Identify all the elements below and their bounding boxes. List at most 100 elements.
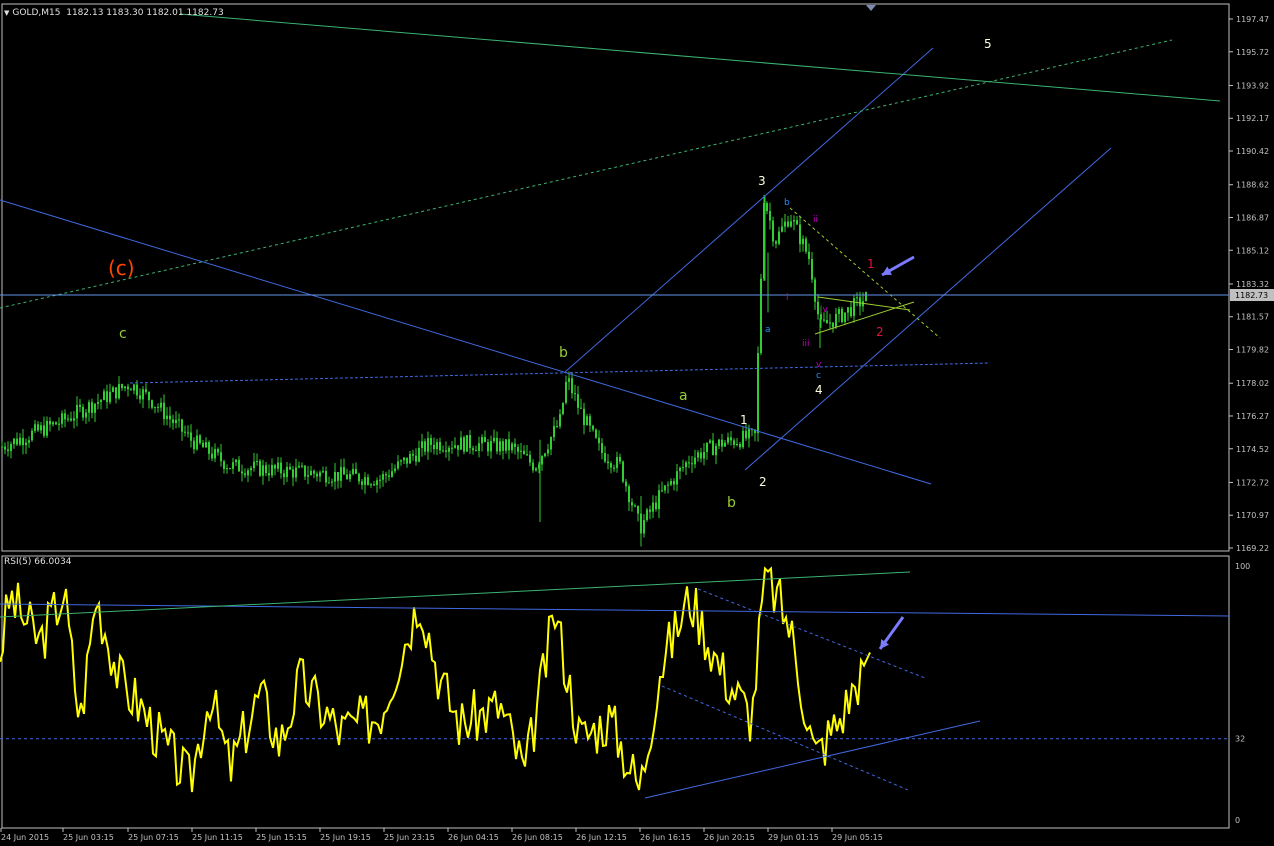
candle-body [250,468,252,471]
candle-body [109,391,111,403]
candle-body [97,401,99,404]
price-tick-label: 1195.72 [1236,48,1269,57]
candle-body [118,384,120,399]
price-tick-label: 1185.12 [1236,246,1269,255]
candle-body [34,424,36,431]
candle-body [616,456,618,468]
candle-body [61,413,63,424]
candle-body [703,452,705,459]
candle-body [229,468,231,470]
candle-body [487,442,489,452]
candle-body [268,473,270,476]
candle-body [37,424,39,431]
candle-body [175,419,177,424]
candle-body [127,386,129,390]
candle-body [43,425,45,436]
price-tick-label: 1193.92 [1236,81,1269,90]
candle-body [463,437,465,452]
candle-body [484,437,486,443]
candle-body [148,391,150,401]
candle-body [430,438,432,445]
candle-body [802,238,804,245]
candle-body [4,446,6,450]
candle-body [760,278,762,354]
candle-body [289,466,291,470]
candle-body [160,402,162,408]
candle-body [457,445,459,450]
candle-body [385,474,387,476]
candle-body [634,505,636,507]
time-tick-label: 26 Jun 16:15 [640,833,691,842]
candle-body [721,439,723,447]
candle-body [124,386,126,389]
candle-body [205,442,207,448]
candle-body [79,404,81,407]
candle-body [367,477,369,485]
candle-body [202,442,204,448]
candle-body [283,473,285,478]
candle-body [445,450,447,452]
candle-body [670,481,672,485]
candle-body [28,440,30,443]
candle-body [13,438,15,445]
candle-body [619,456,621,462]
time-tick-label: 25 Jun 19:15 [320,833,371,842]
symbol-label: GOLD,M15 [12,8,61,18]
candle-body [262,465,264,476]
candle-body [340,467,342,481]
candle-body [718,439,720,447]
candle-body [604,452,606,462]
candle-body [355,468,357,474]
candle-body [781,226,783,232]
rsi-plot-frame [1,555,1230,829]
ohlc-readout: 1182.13 1183.30 1182.01 1182.73 [66,8,224,18]
dropdown-triangle-icon[interactable]: ▼ [4,9,9,17]
candle-body [769,211,771,221]
candle-body [115,387,117,399]
candle-body [808,251,810,260]
candle-body [529,454,531,463]
trading-chart[interactable]: 1197.47 1195.72 1193.92 1192.17 1190.42 1188.… [0,0,1274,846]
candle-body [685,462,687,468]
candle-body [736,443,738,445]
candle-body [469,435,471,449]
candle-body [397,461,399,469]
chart-shift-marker-icon[interactable] [866,5,876,11]
candle-body [613,467,615,469]
candle-body [241,471,243,474]
candle-body [466,435,468,452]
candle-body [508,439,510,451]
candle-body [193,440,195,450]
candle-body [19,437,21,445]
candle-body [313,470,315,474]
time-tick-label: 26 Jun 04:15 [448,833,499,842]
candle-body [814,279,816,302]
candle-body [184,431,186,433]
candle-body [259,460,261,476]
main-chart-header: ▼ GOLD,M15 1182.13 1183.30 1182.01 1182.7… [4,8,224,18]
candle-body [187,432,189,434]
current-price-tag-label: 1182.73 [1235,291,1268,300]
candle-body [667,484,669,486]
candle-body [853,298,855,317]
candle-body [400,460,402,462]
time-tick-label: 25 Jun 07:15 [128,833,179,842]
candle-body [346,474,348,480]
rsi-line [0,566,871,793]
candle-body [829,322,831,324]
candle-body [253,461,255,469]
candle-body [838,308,840,314]
candle-body [544,453,546,457]
candle-body [10,444,12,451]
candle-body [652,502,654,512]
price-tick-label: 1169.22 [1236,544,1269,553]
wave-label: b [559,345,568,361]
candle-body [319,472,321,477]
rsi-dashed-channel [661,685,909,791]
candle-body [208,442,210,454]
candle-body [46,420,48,436]
price-tick-label: 1174.52 [1236,445,1269,454]
candle-body [748,429,750,439]
candle-body [304,465,306,477]
candle-body [82,406,84,418]
